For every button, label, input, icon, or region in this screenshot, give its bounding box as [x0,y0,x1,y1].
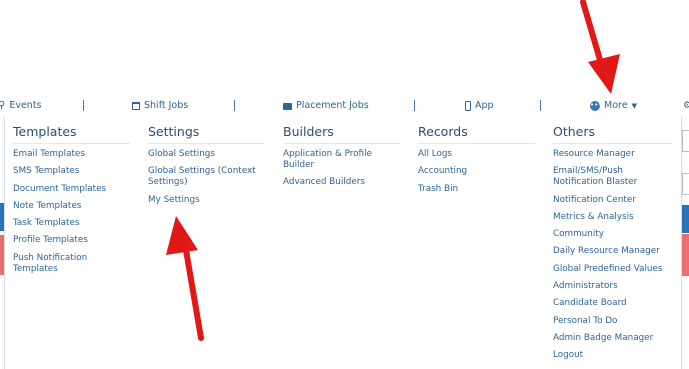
more-dots-icon: ••• [590,100,603,111]
menu-item[interactable]: Task Templates [13,218,108,229]
nav-events[interactable]: ⚲ Events [0,100,42,111]
background-blue-bar [682,205,689,233]
divider [13,143,130,144]
menu-item[interactable]: Global Predefined Values [553,264,665,275]
briefcase-icon [283,103,292,110]
menu-item[interactable]: Email Templates [13,149,108,160]
map-pin-icon: ⚲ [0,100,6,111]
menu-item[interactable]: Notification Center [553,195,665,206]
nav-overflow-icon[interactable]: ⚙ [683,100,689,111]
menu-item[interactable]: Daily Resource Manager [553,246,665,257]
gear-icon: ⚙ [683,100,689,111]
menu-item[interactable]: Personal To Do [553,316,665,327]
nav-divider [414,100,415,111]
phone-icon [465,100,471,111]
menu-item[interactable]: Logout [553,350,665,361]
menu-item[interactable]: Resource Manager [553,149,665,160]
menu-item[interactable]: Accounting [418,166,467,177]
menu-item[interactable]: Trash Bin [418,184,467,195]
menu-item[interactable]: Community [553,229,665,240]
menu-item[interactable]: Profile Templates [13,235,108,246]
column-heading: Settings [148,124,200,139]
nav-more-label: More [604,100,628,111]
nav-more[interactable]: ••• More ▼ [590,100,637,111]
top-nav: ⚲ Events Shift Jobs Placement Jobs App •… [0,96,689,116]
nav-placement-jobs[interactable]: Placement Jobs [283,100,369,111]
nav-app[interactable]: App [465,100,494,111]
menu-item[interactable]: Candidate Board [553,298,665,309]
nav-divider [234,100,235,111]
calendar-icon [132,101,140,110]
background-red-bar [682,234,689,276]
menu-item[interactable]: Application & Profile Builder [283,149,383,171]
nav-shift-jobs[interactable]: Shift Jobs [132,100,188,111]
menu-item[interactable]: Advanced Builders [283,177,383,188]
column-heading: Templates [13,124,77,139]
menu-item[interactable]: Administrators [553,281,665,292]
background-field-edge [682,130,689,152]
column-heading: Builders [283,124,334,139]
menu-item[interactable]: SMS Templates [13,166,108,177]
menu-item[interactable]: Push Notification Templates [13,253,108,275]
divider [283,143,400,144]
divider [418,143,535,144]
menu-item[interactable]: Admin Badge Manager [553,333,665,344]
menu-item[interactable]: Email/SMS/Push Notification Blaster [553,166,665,188]
nav-divider [540,100,541,111]
menu-item[interactable]: Note Templates [13,201,108,212]
nav-app-label: App [475,100,494,111]
nav-shift-jobs-label: Shift Jobs [144,100,189,111]
background-field-edge [682,173,689,195]
nav-events-label: Events [9,100,42,111]
menu-item[interactable]: Document Templates [13,184,108,195]
divider [553,143,673,144]
menu-item[interactable]: Metrics & Analysis [553,212,665,223]
menu-item[interactable]: My Settings [148,195,266,206]
divider [148,143,265,144]
nav-divider [83,100,84,111]
column-heading: Records [418,124,468,139]
more-dropdown-menu: Templates Email Templates SMS Templates … [4,116,682,369]
arrow-to-more-icon [580,0,620,94]
menu-item[interactable]: Global Settings (Context Settings) [148,166,266,188]
caret-down-icon: ▼ [631,101,637,110]
nav-placement-jobs-label: Placement Jobs [296,100,369,111]
menu-item[interactable]: All Logs [418,149,467,160]
column-heading: Others [553,124,596,139]
menu-item[interactable]: Global Settings [148,149,266,160]
